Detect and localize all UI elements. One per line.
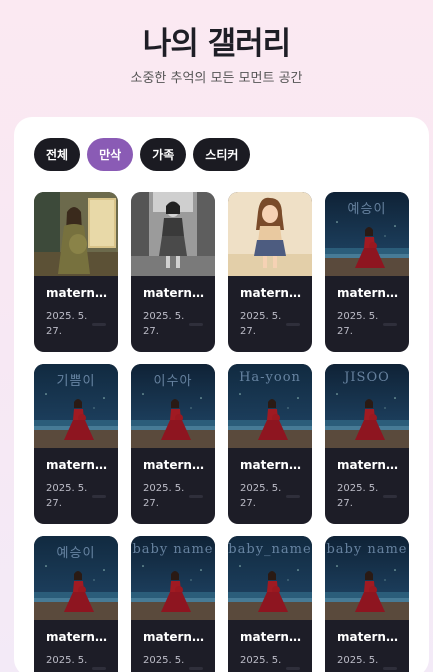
- photo-card[interactable]: baby_name maternity 2025. 5.: [228, 536, 312, 672]
- photo-overlay-text: baby name: [132, 542, 214, 557]
- photo-date: 2025. 5. 27.: [46, 311, 88, 337]
- photo-date: 2025. 5. 27.: [240, 483, 282, 509]
- photo-title: maternity: [143, 458, 207, 472]
- photo-date: 2025. 5.: [46, 655, 88, 666]
- category-tabs: 전체 만삭 가족 스티커: [34, 138, 251, 171]
- photo-date: 2025. 5. 27.: [143, 311, 185, 337]
- card-menu-handle[interactable]: [383, 323, 397, 326]
- photo-card[interactable]: materni... 2025. 5. 27.: [34, 192, 118, 352]
- photo-overlay-text: 예승이: [347, 202, 387, 217]
- photo-title: maternity: [46, 458, 110, 472]
- photo-thumbnail: 예승이: [325, 192, 409, 276]
- photo-overlay-text: baby name: [326, 542, 408, 557]
- photo-overlay-text: Ha-yoon: [239, 370, 301, 385]
- photo-thumbnail: JISOO: [325, 364, 409, 448]
- photo-date: 2025. 5. 27.: [240, 311, 282, 337]
- card-menu-handle[interactable]: [189, 323, 203, 326]
- tab-maternity[interactable]: 만삭: [87, 138, 134, 171]
- photo-card[interactable]: maternity 2025. 5. 27.: [228, 192, 312, 352]
- photo-date: 2025. 5. 27.: [46, 483, 88, 509]
- photo-title: maternity: [337, 630, 401, 644]
- photo-thumbnail: 기쁨이: [34, 364, 118, 448]
- card-menu-handle[interactable]: [92, 495, 106, 498]
- photo-thumbnail: 예승이: [34, 536, 118, 620]
- photo-title: materni...: [143, 286, 207, 300]
- card-menu-handle[interactable]: [383, 495, 397, 498]
- photo-title: maternity: [240, 458, 304, 472]
- photo-title: maternity: [46, 630, 110, 644]
- tab-family[interactable]: 가족: [140, 138, 187, 171]
- photo-thumbnail: baby name: [131, 536, 215, 620]
- photo-card[interactable]: 예승이 maternity 2025. 5.: [34, 536, 118, 672]
- photo-card[interactable]: baby name maternity 2025. 5.: [131, 536, 215, 672]
- photo-title: maternity: [337, 458, 401, 472]
- photo-date: 2025. 5.: [337, 655, 379, 666]
- card-menu-handle[interactable]: [286, 495, 300, 498]
- card-menu-handle[interactable]: [189, 667, 203, 670]
- photo-overlay-text: baby_name: [228, 542, 312, 557]
- photo-thumbnail: baby_name: [228, 536, 312, 620]
- photo-title: maternity: [240, 630, 304, 644]
- photo-title: maternity: [143, 630, 207, 644]
- photo-card[interactable]: 기쁨이 maternity 2025. 5. 27.: [34, 364, 118, 524]
- photo-title: maternity: [337, 286, 401, 300]
- gallery-panel: 전체 만삭 가족 스티커 materni... 2025. 5. 27. mater…: [14, 117, 429, 672]
- photo-date: 2025. 5. 27.: [337, 311, 379, 337]
- photo-overlay-text: JISOO: [344, 370, 390, 385]
- photo-card[interactable]: 예승이 maternity 2025. 5. 27.: [325, 192, 409, 352]
- card-menu-handle[interactable]: [189, 495, 203, 498]
- photo-overlay-text: 기쁨이: [56, 374, 96, 389]
- page-title: 나의 갤러리: [142, 26, 291, 62]
- photo-card[interactable]: JISOO maternity 2025. 5. 27.: [325, 364, 409, 524]
- photo-card[interactable]: 이수아 maternity 2025. 5. 27.: [131, 364, 215, 524]
- photo-overlay-text: 이수아: [153, 374, 193, 389]
- photo-thumbnail: [228, 192, 312, 276]
- photo-card[interactable]: Ha-yoon maternity 2025. 5. 27.: [228, 364, 312, 524]
- photo-thumbnail: baby name: [325, 536, 409, 620]
- photo-thumbnail: [131, 192, 215, 276]
- photo-thumbnail: [34, 192, 118, 276]
- photo-thumbnail: Ha-yoon: [228, 364, 312, 448]
- card-menu-handle[interactable]: [286, 667, 300, 670]
- card-menu-handle[interactable]: [92, 323, 106, 326]
- card-menu-handle[interactable]: [92, 667, 106, 670]
- photo-overlay-text: 예승이: [56, 546, 96, 561]
- page-subtitle: 소중한 추억의 모든 모먼트 공간: [130, 71, 303, 86]
- photo-title: maternity: [240, 286, 304, 300]
- photo-date: 2025. 5.: [143, 655, 185, 666]
- photo-card[interactable]: baby name maternity 2025. 5.: [325, 536, 409, 672]
- card-menu-handle[interactable]: [286, 323, 300, 326]
- photo-card[interactable]: materni... 2025. 5. 27.: [131, 192, 215, 352]
- photo-date: 2025. 5.: [240, 655, 282, 666]
- card-menu-handle[interactable]: [383, 667, 397, 670]
- photo-date: 2025. 5. 27.: [337, 483, 379, 509]
- photo-thumbnail: 이수아: [131, 364, 215, 448]
- tab-sticker[interactable]: 스티커: [193, 138, 251, 171]
- photo-date: 2025. 5. 27.: [143, 483, 185, 509]
- photo-title: materni...: [46, 286, 110, 300]
- tab-all[interactable]: 전체: [34, 138, 81, 171]
